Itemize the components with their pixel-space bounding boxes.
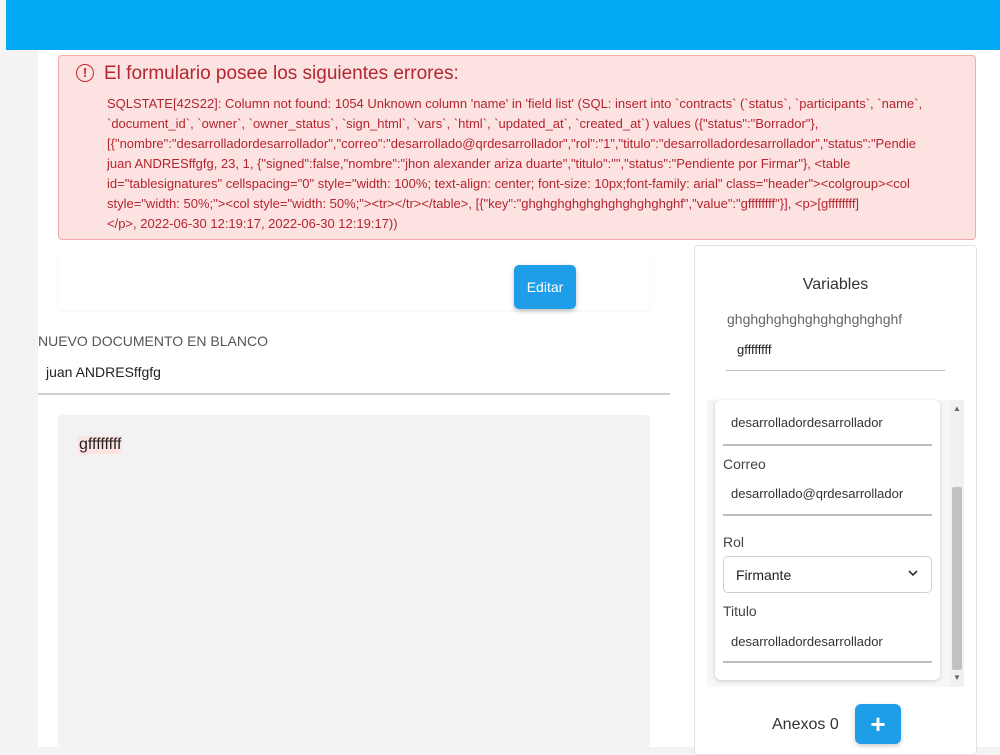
alert-title: El formulario posee los siguientes error… <box>104 63 459 84</box>
exclamation-circle-icon: ! <box>76 64 94 82</box>
scrollbar-thumb[interactable] <box>952 487 962 670</box>
signer-email-label: Correo <box>723 456 766 472</box>
signer-role-select[interactable]: Firmante <box>723 556 932 593</box>
scroll-up-arrow-icon[interactable]: ▲ <box>950 402 964 416</box>
signers-scrollbar[interactable]: ▲ ▼ <box>950 400 964 687</box>
document-name[interactable]: juan ANDRESffgfg <box>46 364 161 380</box>
chevron-down-icon <box>908 570 918 577</box>
document-editor[interactable] <box>58 415 650 747</box>
edit-button[interactable]: Editar <box>514 265 576 309</box>
variables-title: Variables <box>802 276 869 293</box>
signer-title-label: Titulo <box>723 603 757 619</box>
signer-title-input[interactable]: desarrolladordesarrollador <box>731 634 883 649</box>
variable-key-label: ghghghghghghghghghghghf <box>727 311 903 327</box>
document-divider <box>38 393 670 395</box>
alert-line: style="width: 50%;"><col style="width: 5… <box>107 196 860 211</box>
error-alert: ! El formulario posee los siguientes err… <box>58 55 976 240</box>
alert-line: SQLSTATE[42S22]: Column not found: 1054 … <box>107 96 923 111</box>
add-attachment-button[interactable]: + <box>855 704 901 744</box>
field-underline <box>723 514 932 516</box>
signer-role-value: Firmante <box>736 567 792 583</box>
field-underline <box>723 444 932 446</box>
variable-value-input[interactable]: gffffffff <box>737 342 771 357</box>
alert-line: </p>, 2022-06-30 12:19:17, 2022-06-30 12… <box>107 216 398 231</box>
signer-role-label: Rol <box>723 534 745 550</box>
top-app-bar <box>6 0 1000 50</box>
alert-line: juan ANDRESffgfg, 23, 1, {"signed":false… <box>107 156 851 171</box>
plus-icon: + <box>870 709 886 739</box>
alert-line: `document_id`, `owner`, `owner_status`, … <box>107 116 819 131</box>
scroll-down-arrow-icon[interactable]: ▼ <box>950 671 964 685</box>
attachments-label: Anexos 0 <box>772 716 839 733</box>
signer-email-input[interactable]: desarrollado@qrdesarrollador <box>731 486 903 501</box>
document-type-label: NUEVO DOCUMENTO EN BLANCO <box>38 333 268 349</box>
alert-message: SQLSTATE[42S22]: Column not found: 1054 … <box>107 94 975 234</box>
alert-line: id="tablesignatures" cellspacing="0" sty… <box>107 176 910 191</box>
field-underline <box>723 661 932 663</box>
variable-input-underline <box>726 370 945 371</box>
document-content[interactable]: gffffffff <box>78 436 123 454</box>
alert-line: [{"nombre":"desarrolladordesarrollador",… <box>107 136 917 151</box>
signer-name-input[interactable]: desarrolladordesarrollador <box>731 415 883 430</box>
